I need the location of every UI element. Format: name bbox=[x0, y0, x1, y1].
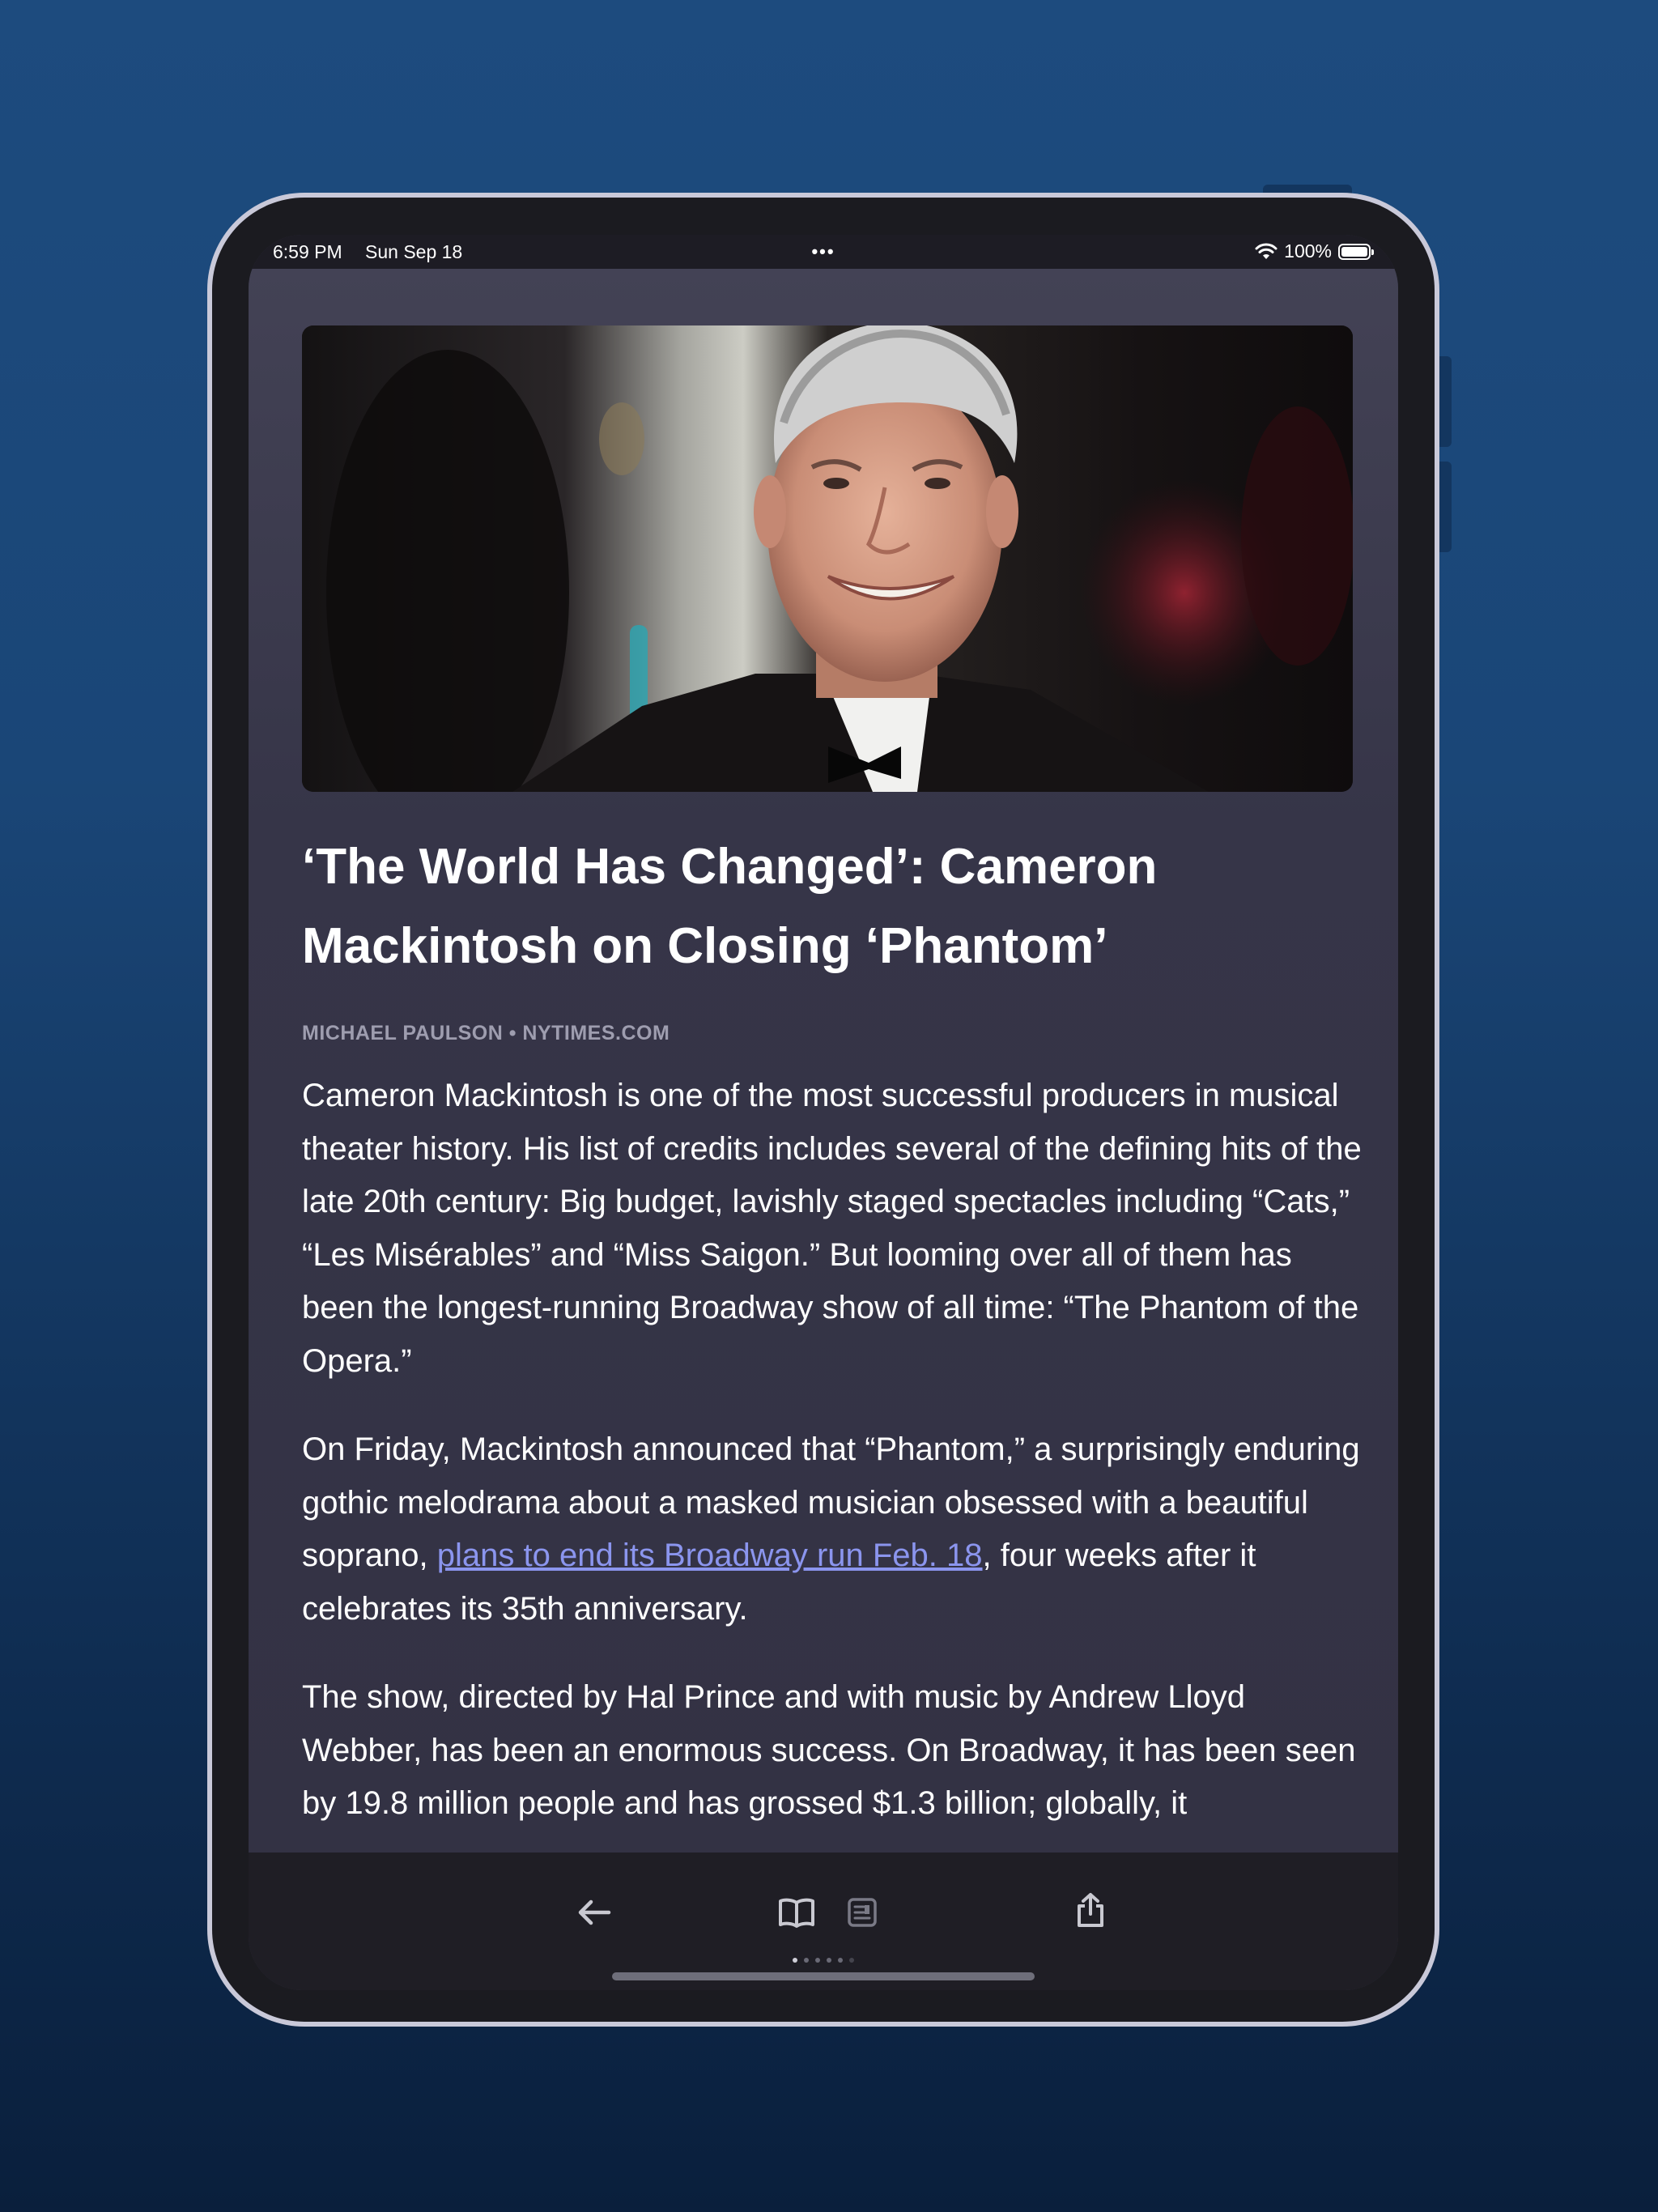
article-headline: ‘The World Has Changed’: Cameron Mackint… bbox=[302, 839, 1158, 974]
reader-icon[interactable] bbox=[846, 1896, 878, 1929]
reader-content[interactable]: ‘The World Has Changed’: Cameron Mackint… bbox=[249, 269, 1398, 1853]
multitasking-dots-icon[interactable]: ••• bbox=[811, 241, 835, 262]
article-body: ‘The World Has Changed’: Cameron Mackint… bbox=[302, 827, 1363, 1831]
battery-icon bbox=[1338, 243, 1374, 260]
wifi-icon bbox=[1255, 243, 1278, 259]
article-paragraph-1: Cameron Mackintosh is one of the most su… bbox=[302, 1078, 1362, 1379]
battery-percent: 100% bbox=[1284, 240, 1332, 262]
page-indicator bbox=[793, 1958, 854, 1963]
ipad-frame: 6:59 PM Sun Sep 18 ••• 100% ‘The World H… bbox=[207, 193, 1439, 2027]
back-arrow-icon[interactable] bbox=[576, 1896, 612, 1929]
article-byline: MICHAEL PAULSON • NYTIMES.COM bbox=[302, 1022, 670, 1044]
article-link[interactable]: plans to end its Broadway run Feb. 18 bbox=[437, 1538, 983, 1573]
ipad-bezel: 6:59 PM Sun Sep 18 ••• 100% ‘The World H… bbox=[212, 198, 1435, 2022]
book-icon[interactable] bbox=[777, 1896, 816, 1929]
status-date: Sun Sep 18 bbox=[365, 241, 463, 262]
article-paragraph-3: The show, directed by Hal Prince and wit… bbox=[302, 1679, 1356, 1821]
status-bar: 6:59 PM Sun Sep 18 ••• 100% bbox=[249, 235, 1398, 269]
bottom-toolbar bbox=[249, 1853, 1398, 1990]
article-hero-image bbox=[302, 325, 1353, 792]
home-indicator[interactable] bbox=[612, 1972, 1035, 1980]
article-paragraph-2: On Friday, Mackintosh announced that “Ph… bbox=[302, 1423, 1363, 1636]
screen: 6:59 PM Sun Sep 18 ••• 100% ‘The World H… bbox=[249, 235, 1398, 1990]
status-time: 6:59 PM bbox=[273, 241, 342, 262]
status-indicators: 100% bbox=[1255, 240, 1374, 262]
share-icon[interactable] bbox=[1073, 1891, 1108, 1929]
